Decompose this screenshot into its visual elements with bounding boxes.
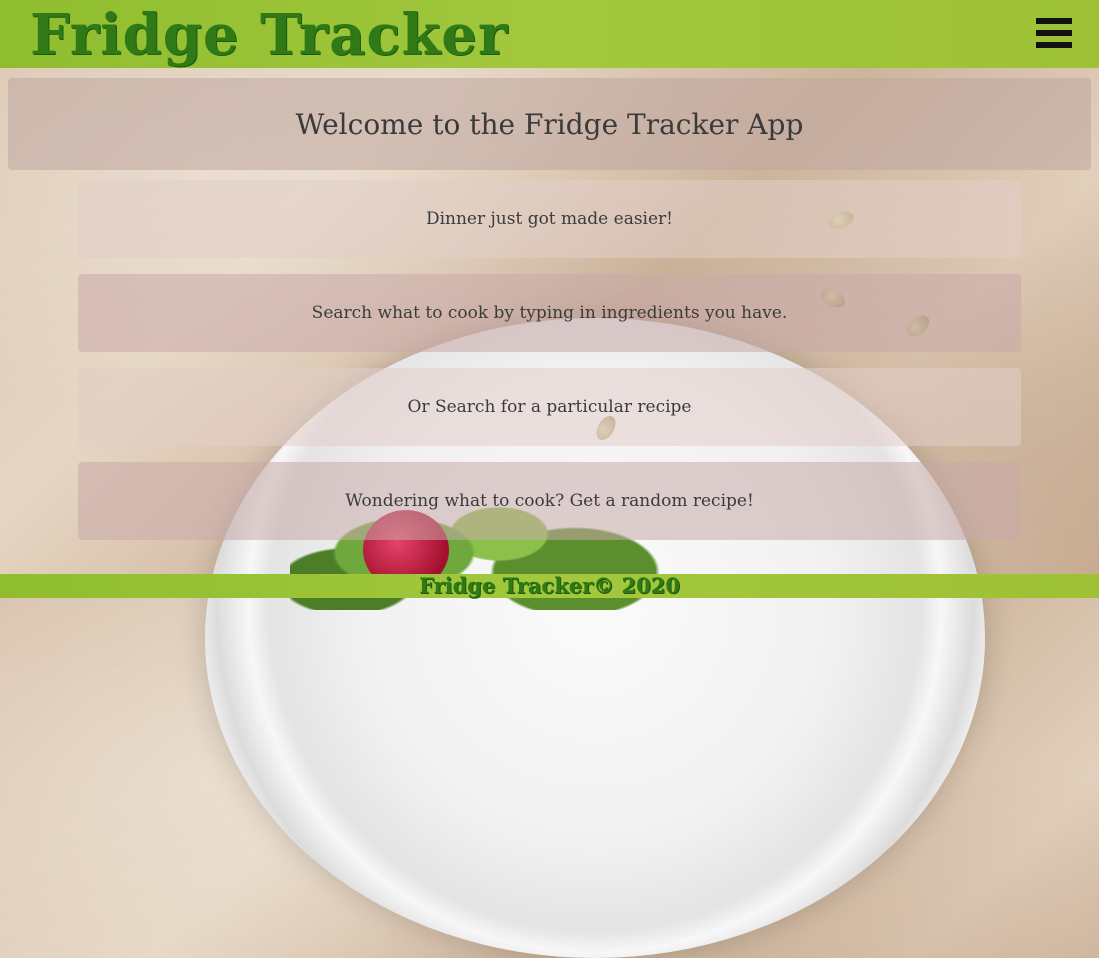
search-by-ingredients-text[interactable]: Search what to cook by typing in ingredi… [312, 303, 788, 323]
footer: Fridge Tracker© 2020 [0, 574, 1099, 598]
top-navbar: Fridge Tracker [0, 0, 1099, 68]
random-recipe-text[interactable]: Wondering what to cook? Get a random rec… [345, 491, 754, 511]
info-card-text: Dinner just got made easier! [425, 209, 674, 229]
footer-copyright: Fridge Tracker© 2020 [419, 573, 680, 598]
welcome-banner: Welcome to the Fridge Tracker App [8, 78, 1091, 170]
info-card-dinner: Dinner just got made easier! [78, 180, 1021, 258]
brand-logo[interactable]: Fridge Tracker [30, 4, 508, 66]
search-by-ingredients-link[interactable]: Search what to cook by typing in ingredi… [78, 274, 1021, 352]
search-recipe-link[interactable]: Or Search for a particular recipe [78, 368, 1021, 446]
search-recipe-text[interactable]: Or Search for a particular recipe [408, 397, 692, 417]
random-recipe-link[interactable]: Wondering what to cook? Get a random rec… [78, 462, 1021, 540]
hamburger-menu-icon[interactable] [1036, 18, 1072, 48]
page-title: Welcome to the Fridge Tracker App [295, 107, 804, 141]
